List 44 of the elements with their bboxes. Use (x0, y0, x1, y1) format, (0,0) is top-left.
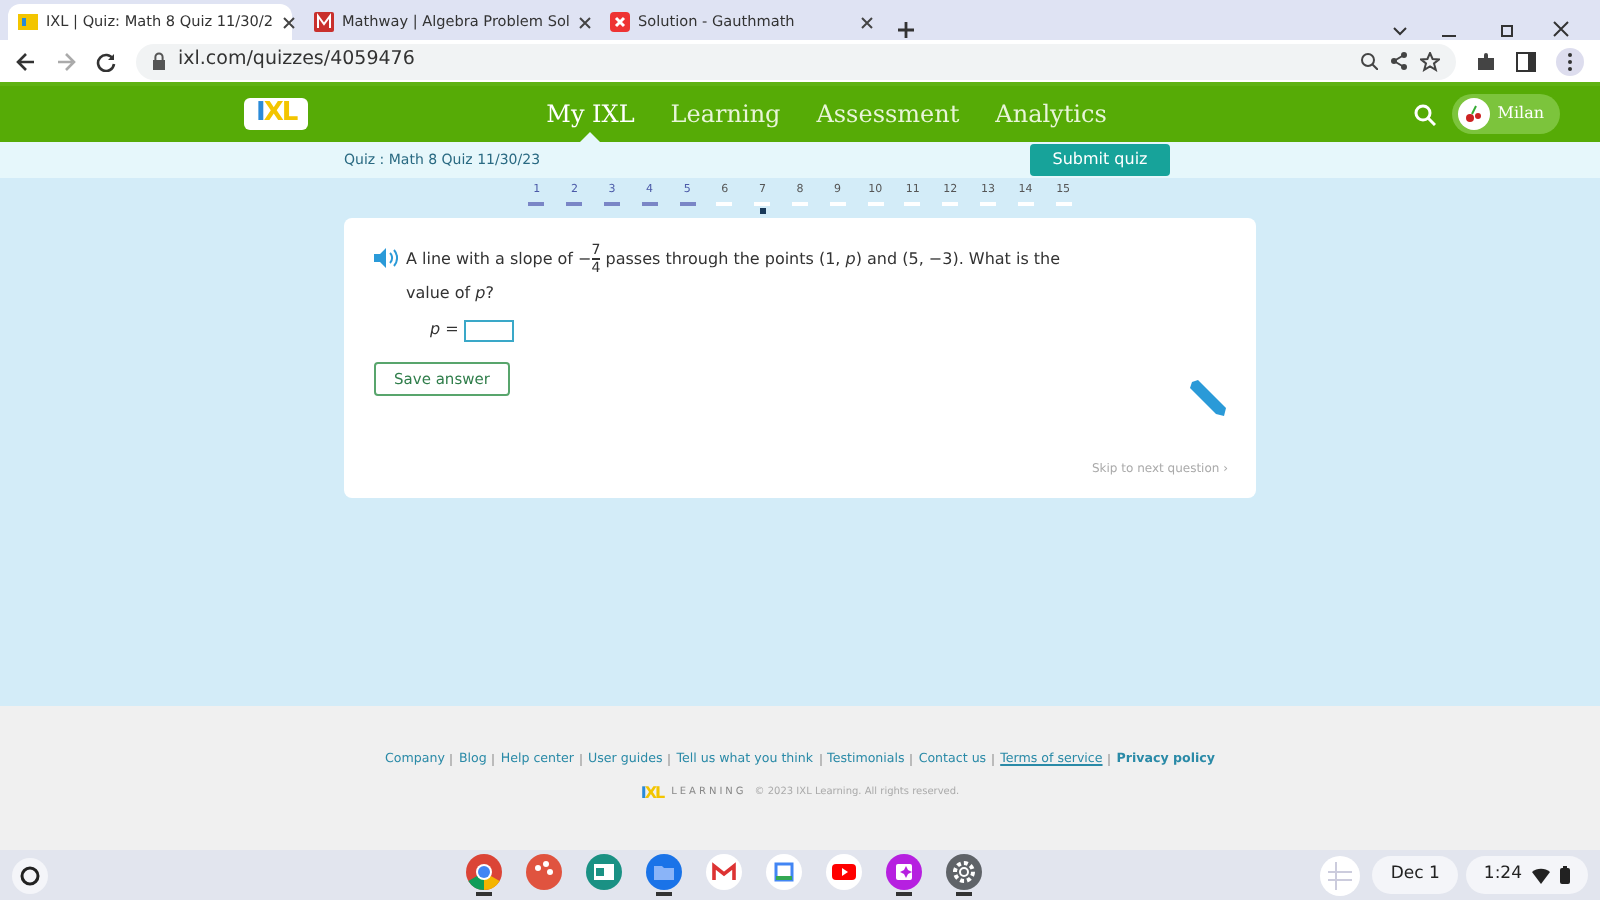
separator (992, 750, 995, 770)
sparkle-app-icon[interactable] (886, 853, 923, 897)
submit-quiz-button[interactable]: Submit quiz (1030, 144, 1170, 176)
star-icon[interactable] (1420, 51, 1440, 71)
answer-field[interactable] (464, 319, 515, 342)
chrome-icon[interactable] (466, 853, 503, 897)
close-icon[interactable] (860, 15, 874, 29)
more-icon[interactable] (1556, 47, 1584, 75)
separator (1108, 750, 1111, 770)
separator (492, 750, 495, 770)
lock-icon (152, 52, 166, 70)
reload-icon[interactable] (96, 51, 116, 71)
settings-icon[interactable] (946, 853, 983, 897)
close-icon[interactable] (281, 15, 296, 29)
zoom-icon[interactable] (1360, 52, 1378, 70)
ixl-logo-icon (18, 12, 38, 32)
speaker-icon[interactable] (374, 248, 398, 268)
answer-label: p = (430, 318, 459, 343)
close-icon[interactable] (577, 15, 592, 29)
side-panel-icon[interactable] (1516, 51, 1536, 71)
separator (819, 750, 822, 770)
new-tab-icon[interactable] (896, 20, 916, 40)
nav-link[interactable]: My IXL (528, 86, 653, 142)
chevron-down-icon[interactable] (1392, 24, 1408, 40)
ixl-logo: IXL (640, 781, 664, 806)
mathway-logo-icon (314, 12, 334, 32)
battery-icon (1560, 866, 1570, 884)
back-icon[interactable] (16, 51, 36, 71)
folder-icon[interactable] (646, 853, 683, 897)
search-icon[interactable] (1413, 103, 1436, 125)
status-tray[interactable]: 1:24 (1465, 856, 1588, 894)
separator (668, 750, 671, 770)
ixl-logo[interactable]: IXL (244, 98, 309, 130)
separator (579, 750, 582, 770)
separator (910, 750, 913, 770)
pencil-icon[interactable] (1188, 378, 1228, 418)
cross-logo-icon (610, 12, 630, 32)
avatar-icon (1457, 98, 1490, 130)
date-button[interactable]: Dec 1 (1372, 856, 1458, 894)
address-bar[interactable]: ixl.com/quizzes/4059476 (136, 43, 1456, 79)
wifi-icon (1532, 867, 1550, 883)
share-icon[interactable] (1390, 52, 1408, 70)
launcher-icon[interactable] (12, 857, 48, 893)
separator (450, 750, 453, 770)
